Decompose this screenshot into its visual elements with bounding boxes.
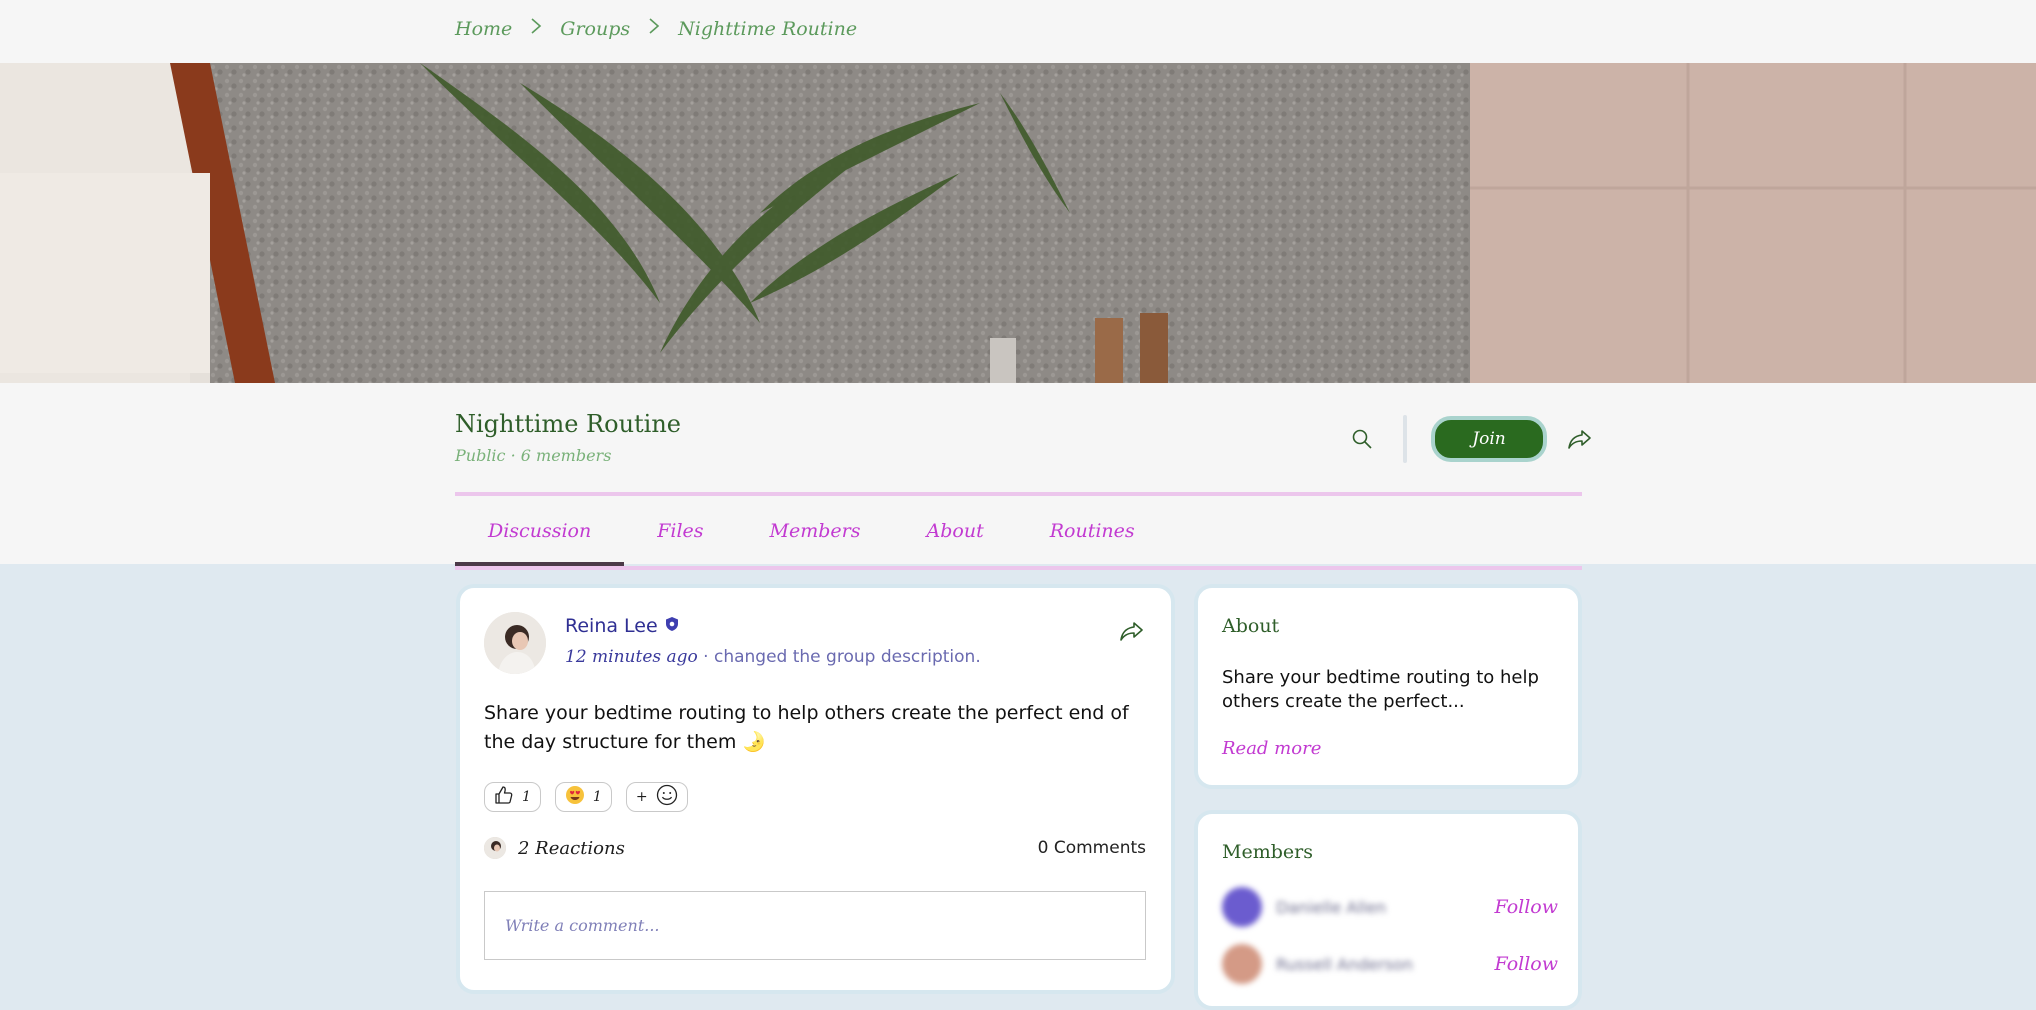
- post-time[interactable]: 12 minutes ago: [565, 647, 698, 667]
- tab-routines[interactable]: Routines: [1017, 496, 1168, 566]
- breadcrumb-home[interactable]: Home: [455, 18, 512, 40]
- share-icon[interactable]: [1115, 614, 1149, 648]
- breadcrumb: Home Groups Nighttime Routine: [455, 17, 857, 40]
- heart-eyes-emoji-icon: [565, 785, 585, 809]
- search-icon[interactable]: [1345, 422, 1379, 456]
- group-tabs: Discussion Files Members About Routines: [455, 492, 1582, 570]
- post-summary: 2 Reactions 0 Comments: [484, 837, 1146, 859]
- member-name[interactable]: Russell Anderson: [1276, 955, 1413, 974]
- tab-members[interactable]: Members: [737, 496, 894, 566]
- follow-button[interactable]: Follow: [1495, 896, 1558, 918]
- reaction-heart-eyes-count: 1: [592, 789, 602, 805]
- comment-box: [484, 891, 1146, 960]
- read-more-link[interactable]: Read more: [1222, 738, 1321, 759]
- reaction-bar: 1 1 +: [484, 782, 688, 812]
- group-cover-image: [0, 63, 2036, 383]
- add-reaction-plus: +: [635, 789, 648, 805]
- reactions-summary-text: 2 Reactions: [518, 837, 625, 859]
- group-actions: Join: [1345, 415, 1597, 463]
- tab-files[interactable]: Files: [624, 496, 736, 566]
- list-item: Russell Anderson Follow: [1222, 944, 1558, 984]
- author-name[interactable]: Reina Lee: [565, 615, 658, 637]
- join-button[interactable]: Join: [1431, 416, 1547, 462]
- breadcrumb-current[interactable]: Nighttime Routine: [678, 18, 857, 40]
- post-card: Reina Lee 12 minutes ago · changed the g…: [456, 584, 1175, 994]
- breadcrumb-groups[interactable]: Groups: [560, 18, 630, 40]
- chevron-right-icon: [648, 17, 660, 40]
- avatar[interactable]: [484, 612, 546, 674]
- divider: [1403, 415, 1407, 463]
- group-header: Nighttime Routine Public · 6 members Joi…: [0, 383, 2036, 570]
- share-icon[interactable]: [1563, 422, 1597, 456]
- avatar: [484, 837, 506, 859]
- comments-count[interactable]: 0 Comments: [1038, 838, 1146, 858]
- reactions-summary[interactable]: 2 Reactions: [484, 837, 625, 859]
- reaction-like[interactable]: 1: [484, 782, 541, 812]
- admin-badge-icon: [664, 615, 680, 637]
- member-name[interactable]: Danielle Allen: [1276, 898, 1386, 917]
- comment-input[interactable]: [485, 892, 1145, 959]
- about-title: About: [1222, 615, 1280, 637]
- add-reaction-button[interactable]: +: [625, 782, 688, 812]
- tab-discussion[interactable]: Discussion: [455, 496, 625, 566]
- list-item: Danielle Allen Follow: [1222, 887, 1558, 927]
- members-title: Members: [1222, 841, 1313, 863]
- about-text: Share your bedtime routing to help other…: [1222, 667, 1539, 712]
- thumbs-up-icon: [494, 785, 514, 809]
- chevron-right-icon: [530, 17, 542, 40]
- post-author[interactable]: Reina Lee: [565, 615, 680, 637]
- tab-about[interactable]: About: [894, 496, 1017, 566]
- post-meta: 12 minutes ago · changed the group descr…: [565, 647, 981, 667]
- post-action: · changed the group description.: [697, 647, 981, 667]
- members-card: Members Danielle Allen Follow Russell An…: [1194, 810, 1582, 1010]
- reaction-like-count: 1: [522, 789, 531, 805]
- avatar[interactable]: [1222, 944, 1262, 984]
- follow-button[interactable]: Follow: [1495, 953, 1558, 975]
- about-card: About Share your bedtime routing to help…: [1194, 584, 1582, 789]
- avatar[interactable]: [1222, 887, 1262, 927]
- group-title: Nighttime Routine: [455, 410, 682, 438]
- group-meta: Public · 6 members: [455, 446, 612, 465]
- reaction-heart-eyes[interactable]: 1: [554, 782, 612, 812]
- top-bar: Home Groups Nighttime Routine: [0, 0, 2036, 63]
- post-body: Share your bedtime routing to help other…: [484, 702, 1129, 753]
- smiley-icon: [656, 784, 678, 810]
